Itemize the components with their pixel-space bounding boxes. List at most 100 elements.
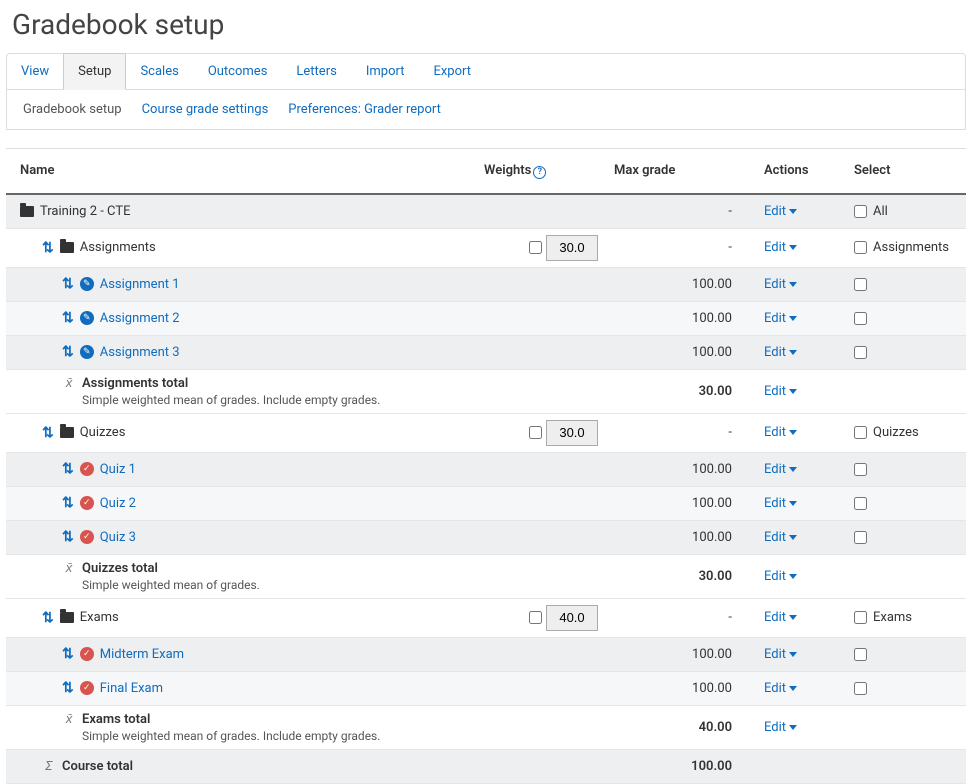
select-item-checkbox[interactable] [854, 346, 867, 359]
edit-link[interactable]: Edit [764, 384, 797, 399]
item-maxgrade: 100.00 [606, 271, 756, 298]
item-link[interactable]: Assignment 1 [100, 277, 180, 292]
item-maxgrade: 100.00 [606, 305, 756, 332]
move-icon[interactable]: ⇅ [42, 240, 54, 256]
caret-down-icon [789, 615, 797, 620]
edit-link[interactable]: Edit [764, 240, 797, 255]
item-link[interactable]: Assignment 3 [100, 345, 180, 360]
col-actions: Actions [756, 157, 846, 184]
item-link[interactable]: Assignment 2 [100, 311, 180, 326]
course-total-label: Course total [62, 759, 133, 774]
select-category-checkbox[interactable] [854, 611, 867, 624]
assign-icon: ✎ [80, 311, 94, 325]
folder-icon [60, 612, 74, 623]
caret-down-icon [789, 686, 797, 691]
col-name: Name [6, 157, 476, 184]
item-maxgrade: 100.00 [606, 641, 756, 668]
select-item-checkbox[interactable] [854, 682, 867, 695]
calc-icon: x̄ [62, 376, 76, 390]
edit-link[interactable]: Edit [764, 462, 797, 477]
move-icon[interactable]: ⇅ [62, 276, 74, 292]
page-title: Gradebook setup [0, 0, 972, 53]
grade-table: Name Weights? Max grade Actions Select T… [6, 148, 966, 784]
move-icon[interactable]: ⇅ [62, 344, 74, 360]
weight-input[interactable] [546, 605, 598, 631]
tab-outcomes[interactable]: Outcomes [194, 54, 283, 89]
category-maxgrade: - [606, 419, 756, 446]
tab-import[interactable]: Import [352, 54, 420, 89]
select-category-checkbox[interactable] [854, 426, 867, 439]
category-total-maxgrade: 30.00 [606, 563, 756, 590]
select-item-checkbox[interactable] [854, 531, 867, 544]
item-row: ⇅✎Assignment 1 100.00 Edit [6, 268, 966, 302]
select-item-checkbox[interactable] [854, 497, 867, 510]
category-total-note: Simple weighted mean of grades. Include … [82, 393, 380, 407]
edit-link[interactable]: Edit [764, 720, 797, 735]
subtab-gradebook-setup[interactable]: Gradebook setup [13, 98, 132, 121]
caret-down-icon [789, 209, 797, 214]
item-link[interactable]: Quiz 3 [100, 530, 136, 545]
category-row: ⇅Exams - Edit Exams [6, 599, 966, 638]
item-row: ⇅ ✎ Assignment 2 100.00 Edit [6, 302, 966, 336]
category-name: Quizzes [80, 425, 126, 440]
category-total-label: Assignments total [82, 376, 380, 391]
select-all-checkbox[interactable] [854, 205, 867, 218]
tab-scales[interactable]: Scales [126, 54, 193, 89]
calc-icon: Σ [42, 759, 56, 773]
weight-input[interactable] [546, 235, 598, 261]
select-all-label: All [873, 204, 888, 219]
edit-link[interactable]: Edit [764, 569, 797, 584]
move-icon[interactable]: ⇅ [62, 461, 74, 477]
item-link[interactable]: Quiz 2 [100, 496, 136, 511]
subtab-preferences-grader-report[interactable]: Preferences: Grader report [278, 98, 451, 121]
edit-link[interactable]: Edit [764, 530, 797, 545]
move-icon[interactable]: ⇅ [62, 529, 74, 545]
weight-input[interactable] [546, 420, 598, 446]
move-icon[interactable]: ⇅ [62, 646, 74, 662]
select-item-checkbox[interactable] [854, 312, 867, 325]
category-row: ⇅Quizzes - Edit Quizzes [6, 414, 966, 453]
move-icon[interactable]: ⇅ [62, 310, 74, 326]
edit-link[interactable]: Edit [764, 311, 797, 326]
move-icon[interactable]: ⇅ [42, 610, 54, 626]
select-item-checkbox[interactable] [854, 463, 867, 476]
edit-link[interactable]: Edit [764, 496, 797, 511]
select-item-checkbox[interactable] [854, 648, 867, 661]
edit-link[interactable]: Edit [764, 204, 797, 219]
move-icon[interactable]: ⇅ [42, 425, 54, 441]
move-icon[interactable]: ⇅ [62, 495, 74, 511]
select-item-checkbox[interactable] [854, 278, 867, 291]
edit-link[interactable]: Edit [764, 610, 797, 625]
tab-export[interactable]: Export [419, 54, 486, 89]
help-icon[interactable]: ? [533, 166, 546, 179]
weight-override-checkbox[interactable] [529, 241, 542, 254]
edit-link[interactable]: Edit [764, 277, 797, 292]
category-total-row: x̄Exams totalSimple weighted mean of gra… [6, 706, 966, 750]
move-icon[interactable]: ⇅ [62, 680, 74, 696]
category-total-maxgrade: 30.00 [606, 378, 756, 405]
edit-link[interactable]: Edit [764, 345, 797, 360]
tab-view[interactable]: View [7, 54, 64, 89]
caret-down-icon [789, 652, 797, 657]
subtab-course-grade-settings[interactable]: Course grade settings [132, 98, 279, 121]
tab-letters[interactable]: Letters [282, 54, 351, 89]
calc-icon: x̄ [62, 712, 76, 726]
weight-override-checkbox[interactable] [529, 611, 542, 624]
item-maxgrade: 100.00 [606, 490, 756, 517]
select-category-checkbox[interactable] [854, 241, 867, 254]
caret-down-icon [789, 245, 797, 250]
edit-link[interactable]: Edit [764, 425, 797, 440]
edit-link[interactable]: Edit [764, 681, 797, 696]
select-category-label: Exams [873, 610, 912, 625]
tab-setup[interactable]: Setup [63, 53, 126, 90]
item-link[interactable]: Midterm Exam [100, 647, 184, 662]
item-maxgrade: 100.00 [606, 456, 756, 483]
folder-icon [60, 242, 74, 253]
item-link[interactable]: Quiz 1 [100, 462, 136, 477]
caret-down-icon [789, 389, 797, 394]
weight-override-checkbox[interactable] [529, 426, 542, 439]
edit-link[interactable]: Edit [764, 647, 797, 662]
quiz-icon: ✓ [80, 462, 94, 476]
category-total-note: Simple weighted mean of grades. [82, 578, 260, 592]
item-link[interactable]: Final Exam [100, 681, 163, 696]
